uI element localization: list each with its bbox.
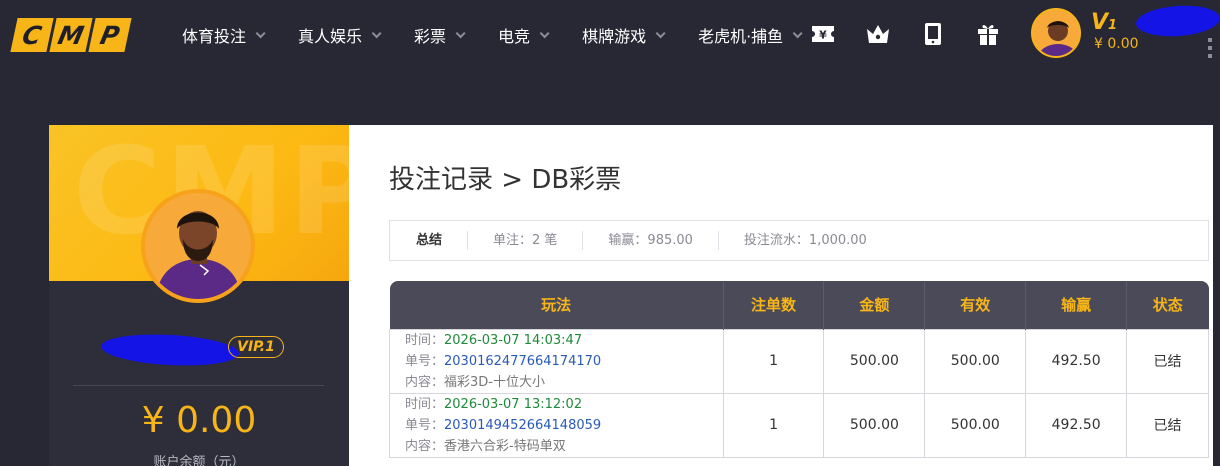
bet-order-number[interactable]: 2030162477664174170 (444, 354, 601, 369)
bet-amount: 500.00 (823, 392, 926, 458)
table-header-row: 玩法 注单数 金额 有效 输赢 状态 (389, 281, 1209, 329)
bet-content: 福彩3D-十位大小 (444, 374, 545, 390)
tablet-icon[interactable] (920, 20, 946, 48)
bet-winloss: 492.50 (1025, 392, 1128, 458)
more-icon[interactable] (1208, 38, 1213, 62)
table-row[interactable]: 时间：2026-03-07 13:12:02 单号：20301494526641… (389, 392, 1209, 458)
bet-amount: 500.00 (823, 328, 926, 394)
summary-bet-count: 单注：2 笔 (468, 231, 584, 250)
bet-time: 2026-03-07 14:03:47 (444, 332, 583, 348)
column-header-status: 状态 (1126, 281, 1209, 329)
vip-badge: VIP.1 (228, 336, 284, 358)
header-balance: ¥ 0.00 (1094, 36, 1139, 52)
column-header-winloss: 输赢 (1025, 281, 1128, 329)
column-header-play: 玩法 (389, 281, 724, 329)
main-content: 投注记录 > DB彩票 总结 单注：2 笔 输赢：985.00 投注流水：1,0… (349, 125, 1213, 466)
bet-count: 1 (722, 392, 825, 458)
bet-status: 已结 (1126, 328, 1209, 394)
nav-live-casino[interactable]: 真人娱乐 (298, 22, 382, 48)
bet-valid: 500.00 (924, 392, 1027, 458)
balance-label: 账户余额（元） (153, 455, 245, 466)
redacted-username (100, 331, 240, 369)
bet-content: 香港六合彩-特码单双 (444, 438, 566, 454)
chevron-down-icon (255, 27, 266, 38)
nav-icon-group: ¥ (810, 20, 1030, 48)
bet-records-table: 玩法 注单数 金额 有效 输赢 状态 时间：2026-03-07 14:03:4… (389, 281, 1209, 458)
account-balance: ¥ 0.00 (141, 400, 257, 441)
bet-count: 1 (722, 328, 825, 394)
bet-order-number[interactable]: 2030149452664148059 (444, 418, 601, 433)
gift-icon[interactable] (975, 20, 1001, 48)
nav-slots-fishing[interactable]: 老虎机·捕鱼 (698, 22, 803, 48)
column-header-valid: 有效 (924, 281, 1027, 329)
chevron-down-icon (539, 27, 550, 38)
summary-bar: 总结 单注：2 笔 输赢：985.00 投注流水：1,000.00 (389, 220, 1209, 261)
nav-lottery[interactable]: 彩票 (414, 22, 466, 48)
cmp-logo[interactable]: C M P (10, 18, 132, 52)
summary-winloss: 输赢：985.00 (583, 231, 719, 250)
bet-valid: 500.00 (924, 328, 1027, 394)
table-row[interactable]: 时间：2026-03-07 14:03:47 单号：20301624776641… (389, 328, 1209, 394)
column-header-count: 注单数 (723, 281, 825, 329)
divider (73, 385, 324, 386)
nav-sports[interactable]: 体育投注 (182, 22, 266, 48)
bet-time: 2026-03-07 13:12:02 (444, 396, 583, 412)
crown-icon[interactable] (865, 20, 891, 48)
chevron-down-icon (655, 27, 666, 38)
logo-letter: P (88, 18, 132, 52)
user-avatar[interactable] (1031, 8, 1081, 58)
summary-turnover: 投注流水：1,000.00 (743, 233, 867, 248)
page-title: 投注记录 > DB彩票 (389, 165, 622, 195)
ticket-icon[interactable]: ¥ (810, 20, 836, 48)
bet-info-cell: 时间：2026-03-07 14:03:47 单号：20301624776641… (389, 328, 724, 394)
column-header-amount: 金额 (823, 281, 926, 329)
chevron-down-icon (792, 27, 803, 38)
chevron-down-icon (455, 27, 466, 38)
top-navbar: C M P 体育投注 真人娱乐 彩票 电竞 棋牌游戏 老虎机·捕鱼 ¥ V1 ¥… (0, 0, 1220, 70)
logo-letter: C (10, 18, 54, 52)
nav-esports[interactable]: 电竞 (498, 22, 550, 48)
bet-status: 已结 (1126, 392, 1209, 458)
summary-title: 总结 (390, 231, 469, 250)
nav-card-games[interactable]: 棋牌游戏 (582, 22, 666, 48)
logo-letter: M (49, 18, 93, 52)
main-nav: 体育投注 真人娱乐 彩票 电竞 棋牌游戏 老虎机·捕鱼 (182, 22, 835, 48)
chevron-down-icon (371, 27, 382, 38)
svg-text:¥: ¥ (819, 29, 827, 42)
redacted-username (1135, 3, 1220, 39)
bet-info-cell: 时间：2026-03-07 13:12:02 单号：20301494526641… (389, 392, 724, 458)
bet-winloss: 492.50 (1025, 328, 1128, 394)
profile-card: CMP VIP.1 ¥ 0.00 账户余额（元） (49, 125, 349, 466)
profile-avatar[interactable] (141, 189, 255, 303)
vip-level: V1 (1091, 10, 1118, 35)
